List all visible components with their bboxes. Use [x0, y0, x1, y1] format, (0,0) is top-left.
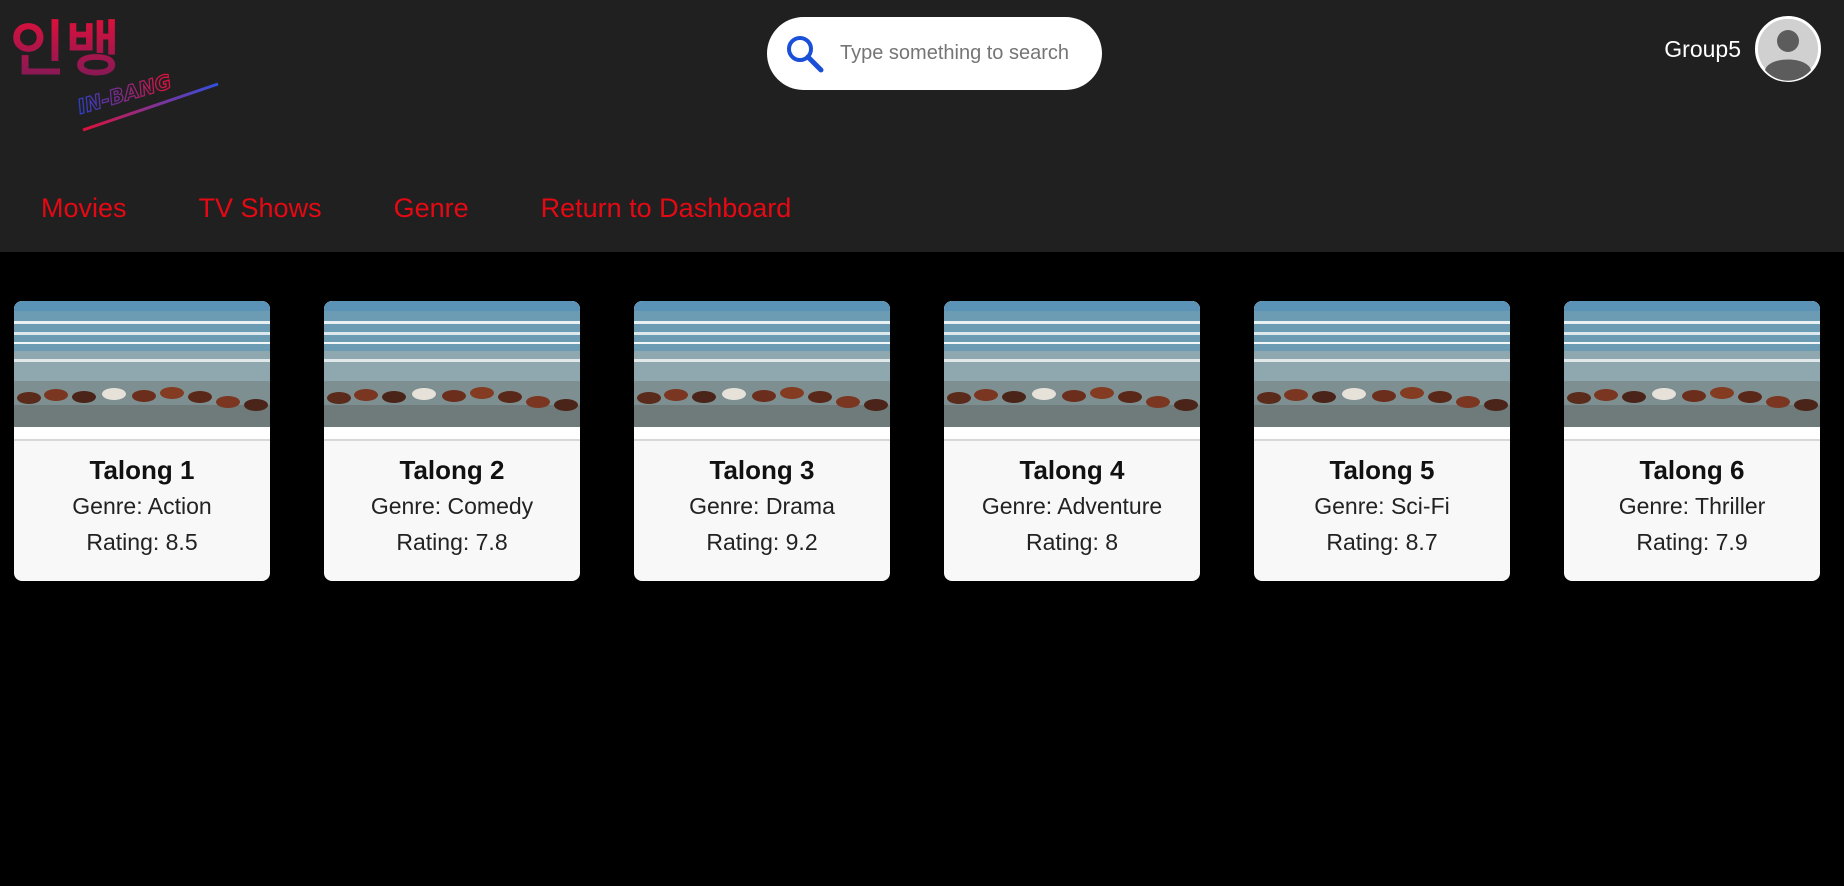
logo-graphic: 인뱅 IN-BANG [10, 15, 219, 132]
user-menu[interactable]: Group5 [1664, 16, 1821, 82]
content-card[interactable]: Talong 3 Genre: Drama Rating: 9.2 [634, 301, 890, 581]
card-genre: Genre: Sci-Fi [1314, 493, 1450, 519]
in-bang-logo[interactable]: 인뱅 IN-BANG [10, 14, 225, 134]
content-cards: Talong 1 Genre: Action Rating: 8.5 Talon… [14, 301, 1820, 581]
horses-on-beach-image [324, 301, 580, 427]
card-thumbnail [1254, 301, 1510, 441]
content-card[interactable]: Talong 1 Genre: Action Rating: 8.5 [14, 301, 270, 581]
card-genre: Genre: Thriller [1618, 493, 1766, 519]
card-genre: Genre: Adventure [981, 493, 1163, 519]
horses-on-beach-image [634, 301, 890, 427]
card-title: Talong 4 [1019, 455, 1125, 485]
nav-tv-shows[interactable]: TV Shows [199, 195, 322, 222]
content-card[interactable]: Talong 2 Genre: Comedy Rating: 7.8 [324, 301, 580, 581]
content-card[interactable]: Talong 5 Genre: Sci-Fi Rating: 8.7 [1254, 301, 1510, 581]
search-input[interactable] [838, 41, 1082, 66]
nav-return-to-dashboard[interactable]: Return to Dashboard [541, 195, 792, 222]
search-icon[interactable] [785, 34, 825, 74]
search-bar[interactable] [767, 17, 1102, 90]
card-thumbnail [14, 301, 270, 441]
horses-on-beach-image [1564, 301, 1820, 427]
card-title: Talong 6 [1639, 455, 1745, 485]
card-genre: Genre: Drama [689, 493, 835, 519]
card-thumbnail [324, 301, 580, 441]
card-rating: Rating: 9.2 [706, 529, 818, 555]
card-title: Talong 3 [709, 455, 815, 485]
card-title: Talong 2 [399, 455, 505, 485]
nav-genre[interactable]: Genre [394, 195, 469, 222]
user-avatar-icon[interactable] [1755, 16, 1821, 82]
card-thumbnail [1564, 301, 1820, 441]
main-nav: Movies TV Shows Genre Return to Dashboar… [41, 195, 791, 222]
card-thumbnail [944, 301, 1200, 441]
username-label: Group5 [1664, 35, 1741, 62]
horses-on-beach-image [1254, 301, 1510, 427]
card-genre: Genre: Comedy [370, 493, 534, 519]
card-title: Talong 1 [89, 455, 195, 485]
card-rating: Rating: 8.7 [1326, 529, 1438, 555]
card-genre: Genre: Action [72, 493, 212, 519]
card-title: Talong 5 [1329, 455, 1435, 485]
horses-on-beach-image [14, 301, 270, 427]
card-thumbnail [634, 301, 890, 441]
content-card[interactable]: Talong 6 Genre: Thriller Rating: 7.9 [1564, 301, 1820, 581]
nav-movies[interactable]: Movies [41, 195, 127, 222]
logo-korean-text: 인뱅 [10, 15, 120, 85]
card-rating: Rating: 7.8 [396, 529, 508, 555]
card-rating: Rating: 8 [1025, 529, 1119, 555]
top-header: 인뱅 IN-BANG Group5 Movies TV Shows Genre … [0, 0, 1844, 252]
card-rating: Rating: 7.9 [1636, 529, 1748, 555]
card-rating: Rating: 8.5 [86, 529, 198, 555]
content-card[interactable]: Talong 4 Genre: Adventure Rating: 8 [944, 301, 1200, 581]
horses-on-beach-image [944, 301, 1200, 427]
